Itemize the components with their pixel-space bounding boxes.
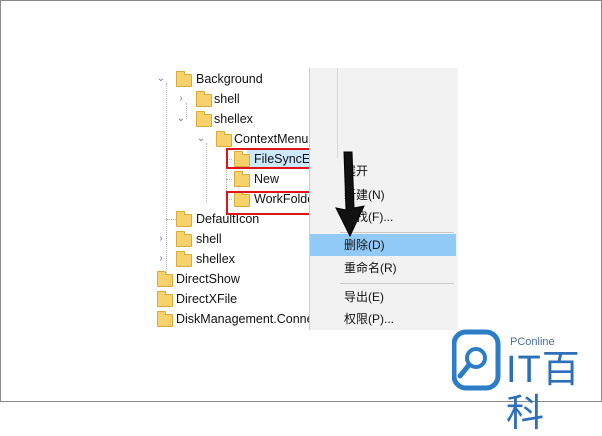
folder-icon: [196, 91, 212, 107]
watermark-brand: PConline: [510, 336, 555, 348]
menu-item-permissions[interactable]: 权限(P)...: [344, 308, 456, 330]
tree-scrollbar[interactable]: [337, 68, 353, 158]
pconline-watermark: PConline IT百科: [452, 322, 602, 435]
folder-icon: [157, 291, 173, 307]
folder-icon: [196, 111, 212, 127]
watermark-name: IT百科: [506, 349, 581, 435]
folder-icon: [176, 251, 192, 267]
chevron-down-icon[interactable]: ⌄: [176, 109, 186, 129]
chevron-right-icon[interactable]: ›: [176, 89, 186, 109]
folder-icon: [176, 211, 192, 227]
folder-icon: [216, 131, 232, 147]
annotation-arrow-icon: [335, 151, 365, 238]
folder-icon: [176, 71, 192, 87]
menu-separator: [340, 283, 454, 284]
folder-icon: [157, 271, 173, 287]
menu-item-rename[interactable]: 重命名(R): [344, 257, 456, 279]
chevron-down-icon[interactable]: ⌄: [156, 69, 166, 89]
chevron-right-icon[interactable]: ›: [156, 229, 166, 249]
chevron-down-icon[interactable]: ⌄: [196, 129, 206, 149]
highlight-box-filesyncex: [226, 148, 322, 169]
folder-icon: [176, 231, 192, 247]
menu-item-export[interactable]: 导出(E): [344, 286, 456, 308]
magnifier-logo-icon: [452, 329, 501, 391]
folder-icon: [234, 171, 250, 187]
folder-icon: [157, 311, 173, 327]
chevron-right-icon[interactable]: ›: [156, 249, 166, 269]
